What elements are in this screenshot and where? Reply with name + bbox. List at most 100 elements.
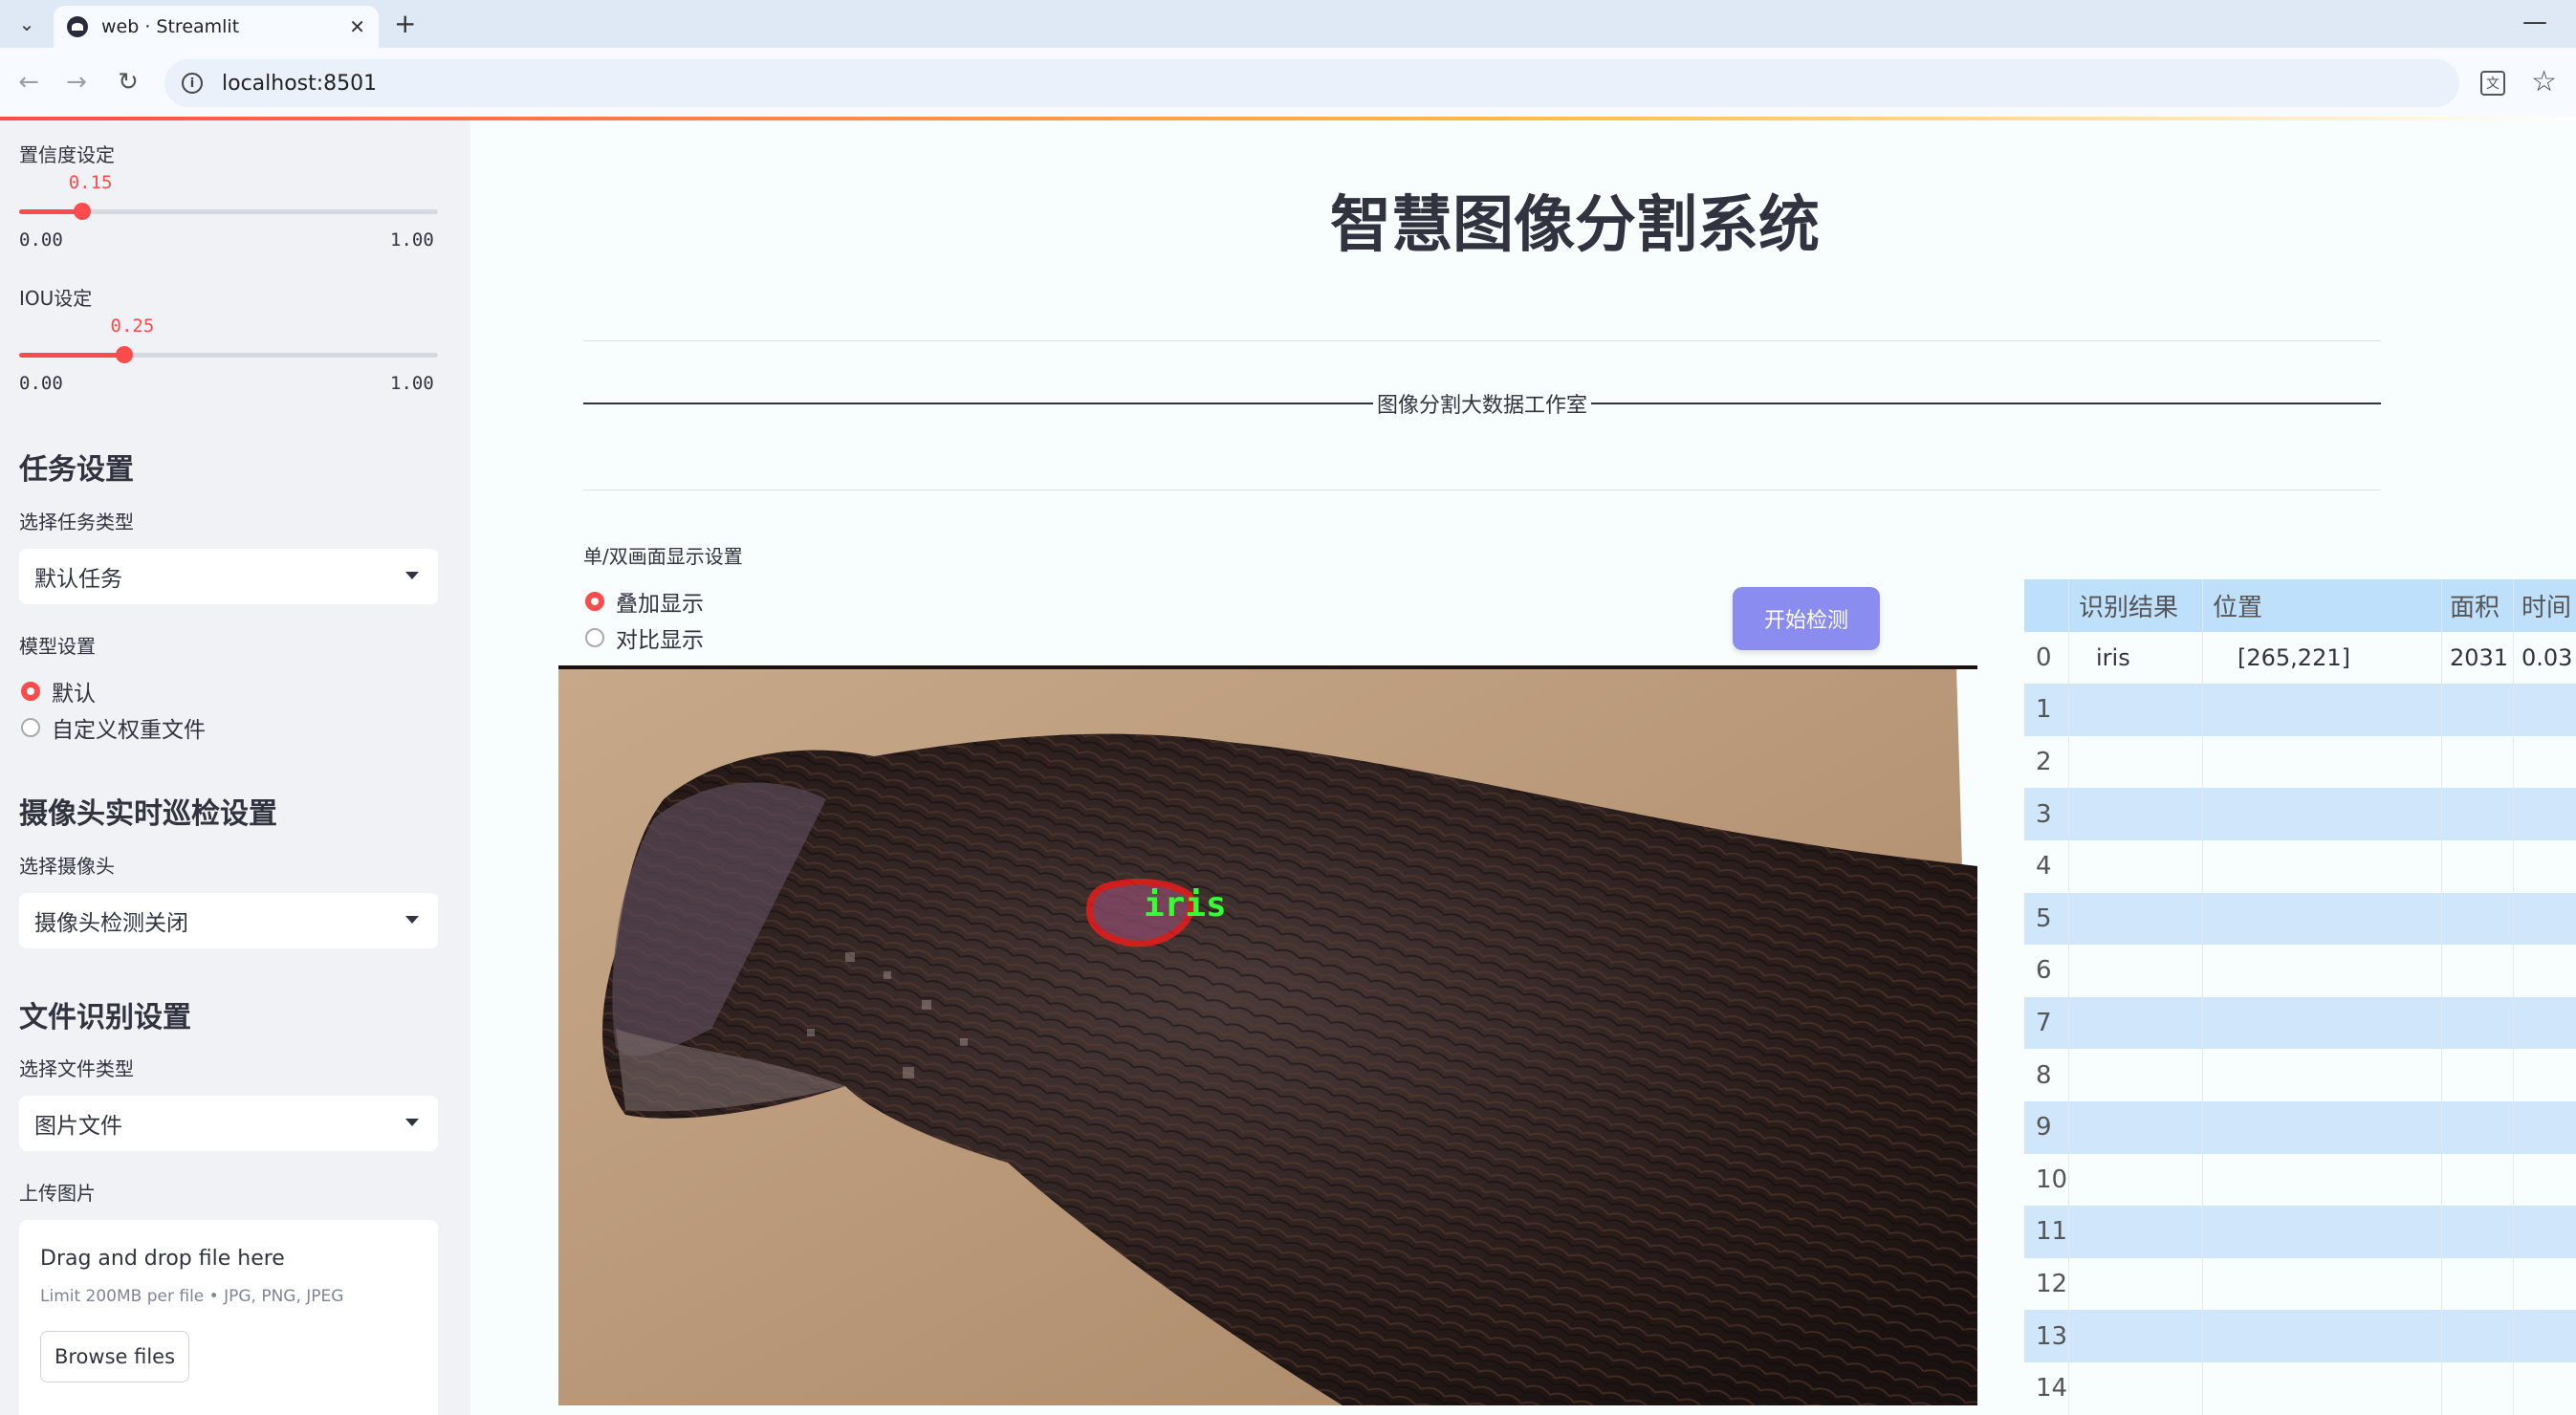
url-text[interactable]: localhost:8501 bbox=[222, 72, 377, 96]
time-cell bbox=[2513, 788, 2576, 840]
result-label-cell bbox=[2068, 1153, 2202, 1207]
iou-slider[interactable] bbox=[19, 346, 438, 363]
close-tab-icon[interactable]: ✕ bbox=[349, 15, 365, 38]
time-cell bbox=[2513, 735, 2576, 789]
table-row[interactable]: 4 bbox=[2024, 840, 2576, 893]
file-heading: 文件识别设置 bbox=[19, 1001, 191, 1034]
camera-heading: 摄像头实时巡检设置 bbox=[19, 797, 277, 831]
area-cell bbox=[2441, 840, 2513, 893]
time-cell bbox=[2513, 996, 2576, 1050]
table-row[interactable]: 2 bbox=[2024, 735, 2576, 789]
start-detection-button[interactable]: 开始检测 bbox=[1733, 587, 1880, 650]
time-cell: 0.03 bbox=[2513, 631, 2576, 685]
table-row[interactable]: 0 iris [265,221] 2031 0.03 bbox=[2024, 631, 2576, 685]
row-index-cell: 6 bbox=[2036, 956, 2052, 986]
translate-icon[interactable]: 文 bbox=[2480, 71, 2505, 96]
back-arrow-icon[interactable]: ← bbox=[10, 63, 48, 101]
browse-files-button[interactable]: Browse files bbox=[40, 1331, 189, 1382]
browser-tab[interactable]: web · Streamlit ✕ bbox=[54, 6, 379, 48]
table-row[interactable]: 12 bbox=[2024, 1257, 2576, 1311]
radio-selected-icon[interactable] bbox=[585, 592, 604, 611]
area-cell bbox=[2441, 1206, 2513, 1258]
reload-icon[interactable]: ↻ bbox=[109, 63, 147, 101]
radio-selected-icon[interactable] bbox=[21, 682, 40, 701]
table-header-cell[interactable]: 识别结果 bbox=[2068, 579, 2202, 632]
time-cell bbox=[2513, 684, 2576, 736]
time-cell bbox=[2513, 1206, 2576, 1258]
display-option-overlay[interactable]: 叠加显示 bbox=[585, 585, 704, 618]
table-row[interactable]: 1 bbox=[2024, 684, 2576, 736]
result-label-cell bbox=[2068, 1206, 2202, 1258]
area-cell bbox=[2441, 1153, 2513, 1207]
result-label-cell bbox=[2068, 840, 2202, 893]
forward-arrow-icon[interactable]: → bbox=[57, 63, 96, 101]
time-cell bbox=[2513, 892, 2576, 946]
chevron-down-icon bbox=[405, 916, 419, 924]
table-row[interactable]: 7 bbox=[2024, 996, 2576, 1050]
result-label-cell bbox=[2068, 996, 2202, 1050]
new-tab-plus-icon[interactable]: + bbox=[394, 8, 416, 39]
row-index-cell: 9 bbox=[2036, 1113, 2052, 1143]
table-row[interactable]: 10 bbox=[2024, 1153, 2576, 1207]
camera-select[interactable]: 摄像头检测关闭 bbox=[19, 893, 438, 948]
table-row[interactable]: 8 bbox=[2024, 1049, 2576, 1101]
table-header-cell[interactable]: 位置 bbox=[2202, 579, 2441, 632]
row-index-cell: 0 bbox=[2036, 642, 2052, 672]
row-index-cell: 5 bbox=[2036, 903, 2052, 933]
confidence-slider[interactable] bbox=[19, 203, 438, 220]
result-label-cell bbox=[2068, 1310, 2202, 1362]
result-label-cell bbox=[2068, 735, 2202, 789]
bird-photo-illustration: iris bbox=[558, 665, 1977, 1405]
task-type-select[interactable]: 默认任务 bbox=[19, 549, 438, 604]
bookmark-star-icon[interactable]: ☆ bbox=[2531, 65, 2557, 98]
table-row[interactable]: 13 bbox=[2024, 1310, 2576, 1362]
table-row[interactable]: 5 bbox=[2024, 892, 2576, 946]
confidence-slider-fill bbox=[19, 209, 82, 214]
display-option-label: 叠加显示 bbox=[616, 592, 704, 617]
table-row[interactable]: 3 bbox=[2024, 788, 2576, 840]
task-type-label: 选择任务类型 bbox=[19, 511, 134, 533]
file-uploader-dropzone[interactable]: Drag and drop file here Limit 200MB per … bbox=[19, 1220, 438, 1415]
table-row[interactable]: 11 bbox=[2024, 1206, 2576, 1258]
tab-search-chevron-icon[interactable]: ⌄ bbox=[10, 8, 44, 40]
table-header-cell[interactable]: 面积 bbox=[2441, 579, 2513, 632]
confidence-slider-thumb[interactable] bbox=[73, 203, 91, 220]
address-bar[interactable]: i localhost:8501 bbox=[164, 59, 2459, 107]
table-row[interactable]: 6 bbox=[2024, 945, 2576, 997]
area-cell bbox=[2441, 788, 2513, 840]
row-index-cell: 4 bbox=[2036, 852, 2052, 882]
site-info-icon[interactable]: i bbox=[182, 73, 203, 94]
position-cell bbox=[2202, 1101, 2441, 1154]
position-cell bbox=[2202, 945, 2441, 997]
display-option-compare[interactable]: 对比显示 bbox=[585, 621, 704, 654]
table-header-cell[interactable]: 时间 bbox=[2513, 579, 2576, 632]
result-label-cell bbox=[2068, 892, 2202, 946]
minimize-window-icon[interactable]: — bbox=[2522, 8, 2547, 36]
radio-unselected-icon[interactable] bbox=[585, 628, 604, 647]
time-cell bbox=[2513, 840, 2576, 893]
table-header-index bbox=[2024, 579, 2068, 632]
banner-line: 图像分割大数据工作室 bbox=[583, 388, 2381, 419]
iris-detection-label: iris bbox=[1144, 885, 1227, 925]
time-cell bbox=[2513, 1153, 2576, 1207]
result-label-cell bbox=[2068, 684, 2202, 736]
result-label-cell bbox=[2068, 945, 2202, 997]
browser-tab-strip: ⌄ web · Streamlit ✕ + — bbox=[0, 0, 2576, 48]
dash-rule bbox=[1591, 403, 2381, 404]
area-cell bbox=[2441, 1362, 2513, 1415]
area-cell bbox=[2441, 1310, 2513, 1362]
area-cell bbox=[2441, 1257, 2513, 1311]
table-row[interactable]: 9 bbox=[2024, 1101, 2576, 1154]
time-cell bbox=[2513, 945, 2576, 997]
model-option-default[interactable]: 默认 bbox=[21, 675, 96, 708]
confidence-value: 0.15 bbox=[68, 172, 113, 193]
model-option-custom[interactable]: 自定义权重文件 bbox=[21, 711, 206, 744]
result-label-cell bbox=[2068, 788, 2202, 840]
iou-slider-thumb[interactable] bbox=[115, 346, 133, 363]
area-cell bbox=[2441, 945, 2513, 997]
radio-unselected-icon[interactable] bbox=[21, 718, 40, 737]
iou-min: 0.00 bbox=[19, 373, 63, 394]
table-row[interactable]: 14 bbox=[2024, 1362, 2576, 1415]
position-cell bbox=[2202, 788, 2441, 840]
file-type-select[interactable]: 图片文件 bbox=[19, 1096, 438, 1151]
